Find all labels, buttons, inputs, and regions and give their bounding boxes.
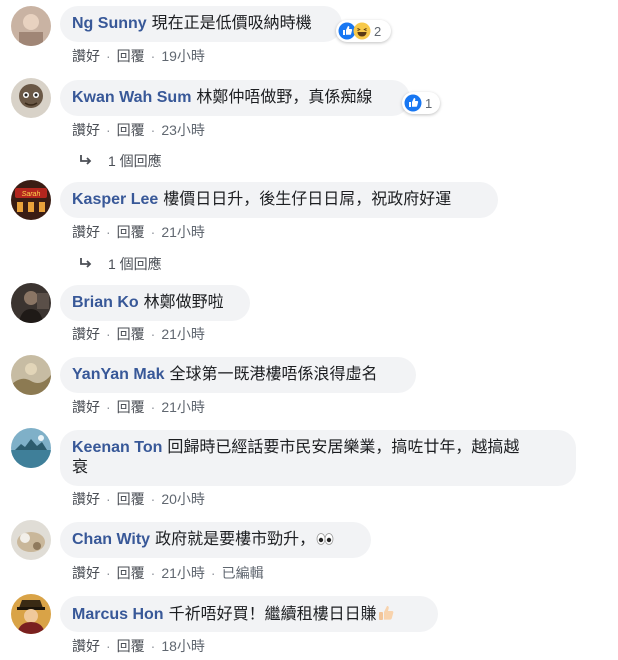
comment-text: 政府就是要樓市勁升，	[155, 531, 316, 548]
comment-author[interactable]: Brian Ko	[72, 294, 139, 311]
reply-arrow-icon	[80, 155, 92, 165]
comment-text: 回歸時已經話要市民安居樂業，搞咗廿年，越搞越	[167, 439, 520, 456]
view-replies-link[interactable]: 1 個回應	[78, 254, 162, 274]
edited-label[interactable]: 已編輯	[222, 565, 264, 581]
avatar[interactable]	[11, 594, 51, 634]
comment-bubble: Ng Sunny 現在正是低價吸納時機	[60, 6, 342, 42]
comment-bubble: Brian Ko 林鄭做野啦	[60, 285, 250, 321]
avatar[interactable]: Sarah	[11, 180, 51, 220]
comment-author[interactable]: YanYan Mak	[72, 366, 165, 383]
comment-author[interactable]: Kasper Lee	[72, 191, 158, 208]
timestamp[interactable]: 20小時	[161, 491, 205, 507]
view-replies-link[interactable]: 1 個回應	[78, 151, 162, 171]
comment-text-continued: 衰	[72, 459, 89, 476]
timestamp[interactable]: 23小時	[161, 122, 205, 138]
like-link[interactable]: 讚好	[72, 224, 100, 240]
comment-actions: 讚好 · 回覆 · 23小時	[72, 122, 205, 138]
comment-bubble: Keenan Ton 回歸時已經話要市民安居樂業，搞咗廿年，越搞越衰	[60, 430, 576, 486]
comment-bubble: YanYan Mak 全球第一既港樓唔係浪得虛名	[60, 357, 416, 393]
timestamp[interactable]: 21小時	[161, 326, 205, 342]
eyes-emoji-icon	[316, 533, 334, 545]
comment-actions: 讚好 · 回覆 · 21小時	[72, 224, 205, 240]
reaction-summary[interactable]: 1	[402, 92, 440, 114]
comment-actions: 讚好 · 回覆 · 20小時	[72, 491, 205, 507]
comment-bubble: Kwan Wah Sum 林鄭仲唔做野，真係痴線	[60, 80, 410, 116]
comment-actions: 讚好 · 回覆 · 21小時	[72, 399, 205, 415]
comment-author[interactable]: Keenan Ton	[72, 439, 162, 456]
reply-arrow-icon	[80, 258, 92, 268]
comment-text: 樓價日日升，後生仔日日屌，祝政府好運	[163, 191, 452, 208]
like-link[interactable]: 讚好	[72, 491, 100, 507]
comment-bubble: Marcus Hon 千祈唔好買！繼續租樓日日賺	[60, 596, 438, 632]
like-link[interactable]: 讚好	[72, 638, 100, 654]
reply-link[interactable]: 回覆	[117, 326, 145, 342]
comment-text: 現在正是低價吸納時機	[151, 15, 312, 32]
like-link[interactable]: 讚好	[72, 326, 100, 342]
avatar[interactable]	[11, 428, 51, 468]
avatar[interactable]	[11, 283, 51, 323]
avatar[interactable]	[11, 355, 51, 395]
replies-count-label: 1 個回應	[108, 153, 162, 169]
thumbs-up-emoji-icon	[378, 606, 393, 620]
like-reaction-icon	[404, 94, 422, 112]
reaction-count: 2	[374, 23, 382, 39]
timestamp[interactable]: 21小時	[161, 565, 205, 581]
comment-author[interactable]: Ng Sunny	[72, 15, 147, 32]
comment-text: 千祈唔好買！繼續租樓日日賺	[168, 606, 377, 623]
haha-reaction-icon	[353, 22, 371, 40]
reply-link[interactable]: 回覆	[117, 565, 145, 581]
like-link[interactable]: 讚好	[72, 122, 100, 138]
timestamp[interactable]: 21小時	[161, 399, 205, 415]
timestamp[interactable]: 18小時	[161, 638, 205, 654]
like-link[interactable]: 讚好	[72, 48, 100, 64]
reply-link[interactable]: 回覆	[117, 638, 145, 654]
comment-actions: 讚好 · 回覆 · 21小時 · 已編輯	[72, 565, 264, 581]
timestamp[interactable]: 19小時	[161, 48, 205, 64]
avatar[interactable]	[11, 6, 51, 46]
reaction-count: 1	[425, 95, 433, 111]
comment-text: 林鄭仲唔做野，真係痴線	[196, 89, 373, 106]
comment-bubble: Chan Wity 政府就是要樓市勁升，	[60, 522, 371, 558]
like-link[interactable]: 讚好	[72, 399, 100, 415]
avatar-sign-text: Sarah	[22, 191, 41, 198]
reply-link[interactable]: 回覆	[117, 399, 145, 415]
reaction-summary[interactable]: 2	[336, 20, 391, 42]
comment-bubble: Kasper Lee 樓價日日升，後生仔日日屌，祝政府好運	[60, 182, 498, 218]
comment-actions: 讚好 · 回覆 · 18小時	[72, 638, 205, 654]
reply-link[interactable]: 回覆	[117, 224, 145, 240]
reply-link[interactable]: 回覆	[117, 48, 145, 64]
reply-link[interactable]: 回覆	[117, 491, 145, 507]
comment-author[interactable]: Marcus Hon	[72, 606, 164, 623]
comment-actions: 讚好 · 回覆 · 21小時	[72, 326, 205, 342]
comment-author[interactable]: Kwan Wah Sum	[72, 89, 191, 106]
reply-link[interactable]: 回覆	[117, 122, 145, 138]
comment-actions: 讚好 · 回覆 · 19小時	[72, 48, 205, 64]
timestamp[interactable]: 21小時	[161, 224, 205, 240]
comment-text: 全球第一既港樓唔係浪得虛名	[169, 366, 378, 383]
like-link[interactable]: 讚好	[72, 565, 100, 581]
replies-count-label: 1 個回應	[108, 256, 162, 272]
comment-text: 林鄭做野啦	[143, 294, 224, 311]
comment-author[interactable]: Chan Wity	[72, 531, 150, 548]
avatar[interactable]	[11, 78, 51, 118]
avatar[interactable]	[11, 520, 51, 560]
